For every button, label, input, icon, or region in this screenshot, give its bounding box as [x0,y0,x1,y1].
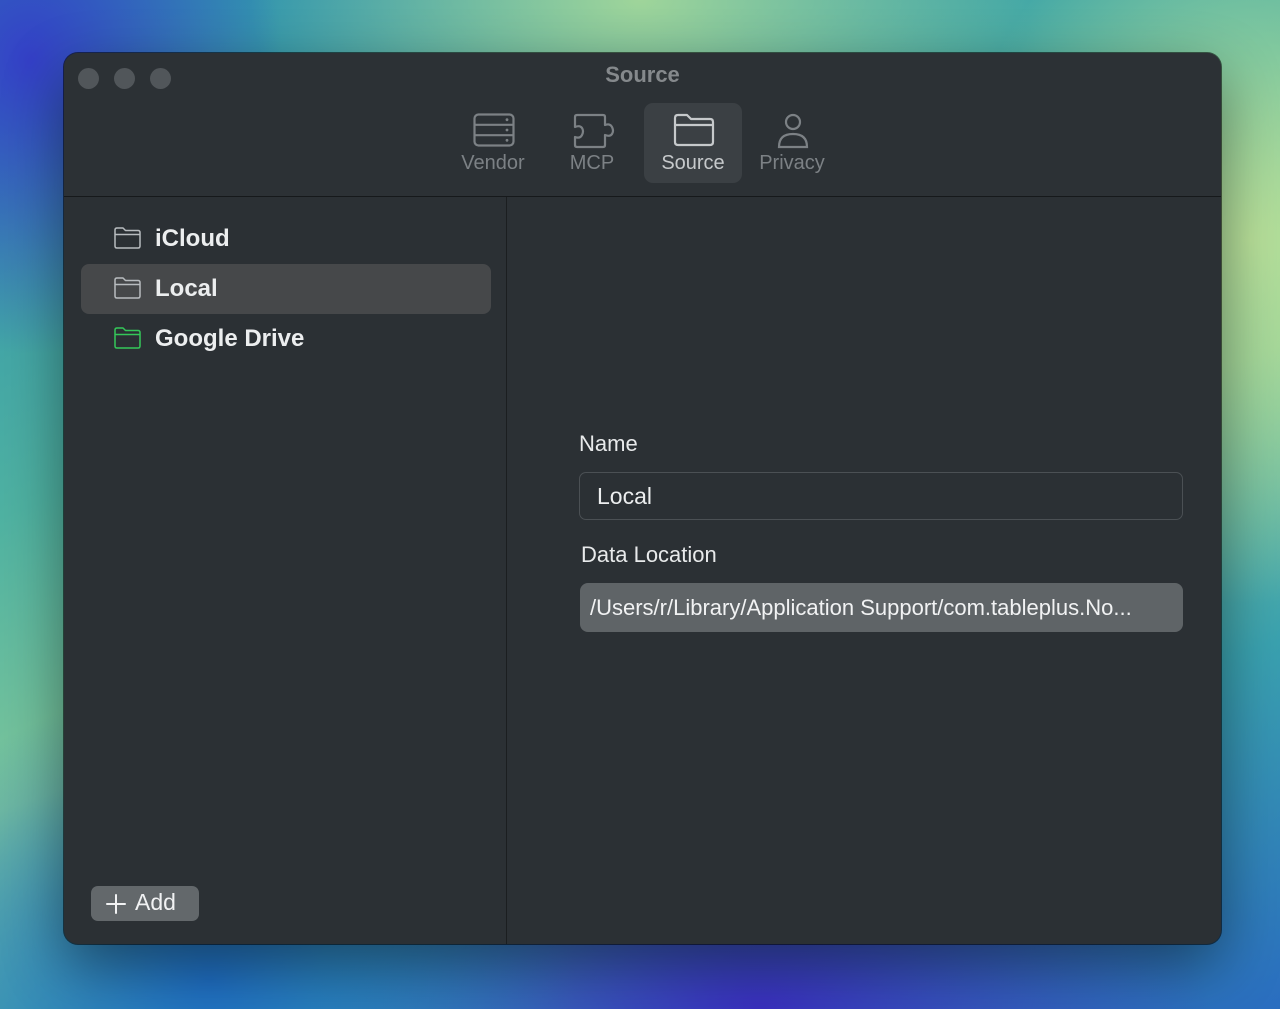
puzzle-icon [573,113,615,149]
person-icon [777,113,809,149]
preferences-window: Source Vendor MCP Source Privacy iCloud … [64,53,1221,944]
titlebar: Source Vendor MCP Source Privacy [64,53,1221,197]
source-item-label: iCloud [155,225,230,252]
tab-source[interactable]: Source [644,103,742,183]
tab-privacy-label: Privacy [759,152,825,174]
tab-source-label: Source [661,152,725,174]
folder-icon [114,227,141,249]
tab-mcp[interactable]: MCP [543,103,641,183]
source-detail-pane: Name Data Location /Users/r/Library/Appl… [507,197,1221,944]
server-icon [473,113,515,147]
plus-icon [106,894,126,914]
source-item-label: Google Drive [155,325,305,352]
toolbar: Vendor MCP Source Privacy [64,103,1221,183]
add-button-label: Add [135,889,176,915]
add-source-button[interactable]: Add [91,886,199,921]
tab-vendor-label: Vendor [461,152,525,174]
folder-icon [114,277,141,299]
tab-vendor[interactable]: Vendor [444,103,542,183]
data-location-path[interactable]: /Users/r/Library/Application Support/com… [580,583,1183,632]
source-item-icloud[interactable]: iCloud [81,214,491,264]
source-item-local[interactable]: Local [81,264,491,314]
tab-privacy[interactable]: Privacy [743,103,841,183]
google-drive-folder-icon [114,327,141,349]
source-list-sidebar: iCloud Local Google Drive Add [64,197,507,944]
source-item-google-drive[interactable]: Google Drive [81,314,491,364]
name-input[interactable] [579,472,1183,520]
name-field-label: Name [579,431,638,456]
folder-icon [673,113,715,147]
source-item-label: Local [155,275,218,302]
tab-mcp-label: MCP [569,152,615,174]
window-title: Source [605,62,680,87]
data-location-label: Data Location [581,542,717,567]
